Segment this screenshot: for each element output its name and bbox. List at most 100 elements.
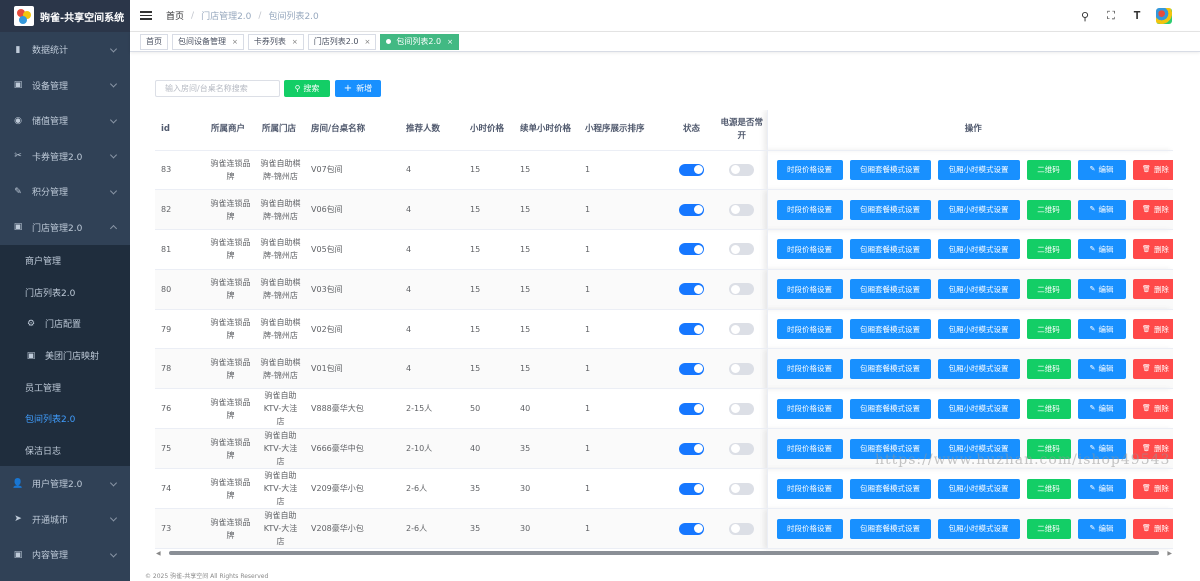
edit-button[interactable]: ✎ 编辑 [1077,199,1126,220]
status-switch[interactable] [679,163,704,176]
package-mode-button[interactable]: 包厢套餐模式设置 [849,398,931,419]
delete-button[interactable]: 🗑 删除 [1132,279,1173,300]
submenu-item-2[interactable]: ⚙ 门店配置 [0,308,130,340]
power-switch[interactable] [729,362,755,375]
package-mode-button[interactable]: 包厢套餐模式设置 [849,478,931,499]
time-price-button[interactable]: 时段价格设置 [776,478,843,499]
app-logo[interactable]: 驹雀-共享空间系统 [0,0,130,32]
sidebar-item-2[interactable]: ◉ 储值管理 [0,103,130,139]
status-switch[interactable] [679,362,704,375]
edit-button[interactable]: ✎ 编辑 [1077,478,1126,499]
delete-button[interactable]: 🗑 删除 [1132,518,1173,539]
power-switch[interactable] [729,442,755,455]
power-switch[interactable] [729,482,755,495]
hourly-mode-button[interactable]: 包厢小时模式设置 [937,478,1020,499]
edit-button[interactable]: ✎ 编辑 [1077,279,1126,300]
submenu-item-4[interactable]: 员工管理 [0,371,130,403]
tag-2[interactable]: 卡券列表 × [247,33,304,50]
status-switch[interactable] [679,442,704,455]
qrcode-button[interactable]: 二维码 [1026,239,1071,260]
edit-button[interactable]: ✎ 编辑 [1077,518,1126,539]
sidebar-item-0[interactable]: ▮ 数据统计 [0,32,130,68]
qrcode-button[interactable]: 二维码 [1026,279,1071,300]
edit-button[interactable]: ✎ 编辑 [1077,319,1126,340]
status-switch[interactable] [679,323,704,336]
add-button[interactable]: + 新增 [335,80,381,97]
time-price-button[interactable]: 时段价格设置 [776,438,843,459]
submenu-item-0[interactable]: 商户管理 [0,245,130,277]
qrcode-button[interactable]: 二维码 [1026,319,1071,340]
hourly-mode-button[interactable]: 包厢小时模式设置 [937,159,1020,180]
package-mode-button[interactable]: 包厢套餐模式设置 [849,319,931,340]
power-switch[interactable] [729,203,755,216]
power-switch[interactable] [729,283,755,296]
close-icon[interactable]: × [447,38,453,46]
qrcode-button[interactable]: 二维码 [1026,398,1071,419]
delete-button[interactable]: 🗑 删除 [1132,358,1173,379]
horizontal-scrollbar[interactable]: ◀ ▶ [155,548,1173,558]
submenu-item-3[interactable]: ▣ 美团门店映射 [0,340,130,372]
sidebar-item-5[interactable]: ▣ 门店管理2.0 [0,210,130,246]
status-switch[interactable] [679,243,704,256]
power-switch[interactable] [729,243,755,256]
scroll-right-icon[interactable]: ▶ [1167,550,1172,557]
hourly-mode-button[interactable]: 包厢小时模式设置 [937,518,1020,539]
delete-button[interactable]: 🗑 删除 [1132,239,1173,260]
hourly-mode-button[interactable]: 包厢小时模式设置 [937,199,1020,220]
submenu-item-6[interactable]: 保洁日志 [0,435,130,467]
submenu-item-5[interactable]: 包间列表2.0 [0,403,130,435]
package-mode-button[interactable]: 包厢套餐模式设置 [849,518,931,539]
close-icon[interactable]: × [364,38,370,46]
qrcode-button[interactable]: 二维码 [1026,159,1071,180]
package-mode-button[interactable]: 包厢套餐模式设置 [849,239,931,260]
search-icon[interactable]: ⚲ [1072,10,1098,23]
edit-button[interactable]: ✎ 编辑 [1077,159,1126,180]
time-price-button[interactable]: 时段价格设置 [776,239,843,260]
power-switch[interactable] [729,402,755,415]
package-mode-button[interactable]: 包厢套餐模式设置 [849,159,931,180]
time-price-button[interactable]: 时段价格设置 [776,398,843,419]
time-price-button[interactable]: 时段价格设置 [776,199,843,220]
sidebar-item-3[interactable]: ✂ 卡券管理2.0 [0,139,130,175]
search-input[interactable] [155,80,280,97]
delete-button[interactable]: 🗑 删除 [1132,319,1173,340]
fullscreen-icon[interactable]: ⛶ [1098,9,1124,23]
package-mode-button[interactable]: 包厢套餐模式设置 [849,199,931,220]
package-mode-button[interactable]: 包厢套餐模式设置 [849,358,931,379]
edit-button[interactable]: ✎ 编辑 [1077,239,1126,260]
status-switch[interactable] [679,402,704,415]
tag-1[interactable]: 包间设备管理 × [172,33,244,50]
delete-button[interactable]: 🗑 删除 [1132,159,1173,180]
qrcode-button[interactable]: 二维码 [1026,199,1071,220]
sidebar-bottom-item-2[interactable]: ▣ 内容管理 [0,537,130,573]
hourly-mode-button[interactable]: 包厢小时模式设置 [937,279,1020,300]
status-switch[interactable] [679,482,704,495]
close-icon[interactable]: × [292,38,298,46]
hourly-mode-button[interactable]: 包厢小时模式设置 [937,239,1020,260]
time-price-button[interactable]: 时段价格设置 [776,159,843,180]
scroll-left-icon[interactable]: ◀ [156,550,161,557]
delete-button[interactable]: 🗑 删除 [1132,478,1173,499]
hamburger-icon[interactable] [140,9,152,22]
qrcode-button[interactable]: 二维码 [1026,518,1071,539]
sidebar-bottom-item-1[interactable]: ➤ 开通城市 [0,502,130,538]
scrollbar-thumb[interactable] [169,551,1159,555]
time-price-button[interactable]: 时段价格设置 [776,279,843,300]
avatar[interactable] [1156,8,1172,24]
power-switch[interactable] [729,522,755,535]
edit-button[interactable]: ✎ 编辑 [1077,358,1126,379]
delete-button[interactable]: 🗑 删除 [1132,398,1173,419]
close-icon[interactable]: × [232,38,238,46]
edit-button[interactable]: ✎ 编辑 [1077,398,1126,419]
power-switch[interactable] [729,163,755,176]
hourly-mode-button[interactable]: 包厢小时模式设置 [937,398,1020,419]
status-switch[interactable] [679,203,704,216]
hourly-mode-button[interactable]: 包厢小时模式设置 [937,319,1020,340]
font-size-icon[interactable]: 𝐓 [1124,9,1150,23]
power-switch[interactable] [729,323,755,336]
tag-3[interactable]: 门店列表2.0 × [307,33,377,50]
sidebar-bottom-item-0[interactable]: 👤 用户管理2.0 [0,466,130,502]
submenu-item-1[interactable]: 门店列表2.0 [0,277,130,309]
tag-0[interactable]: 首页 [140,33,168,50]
time-price-button[interactable]: 时段价格设置 [776,518,843,539]
